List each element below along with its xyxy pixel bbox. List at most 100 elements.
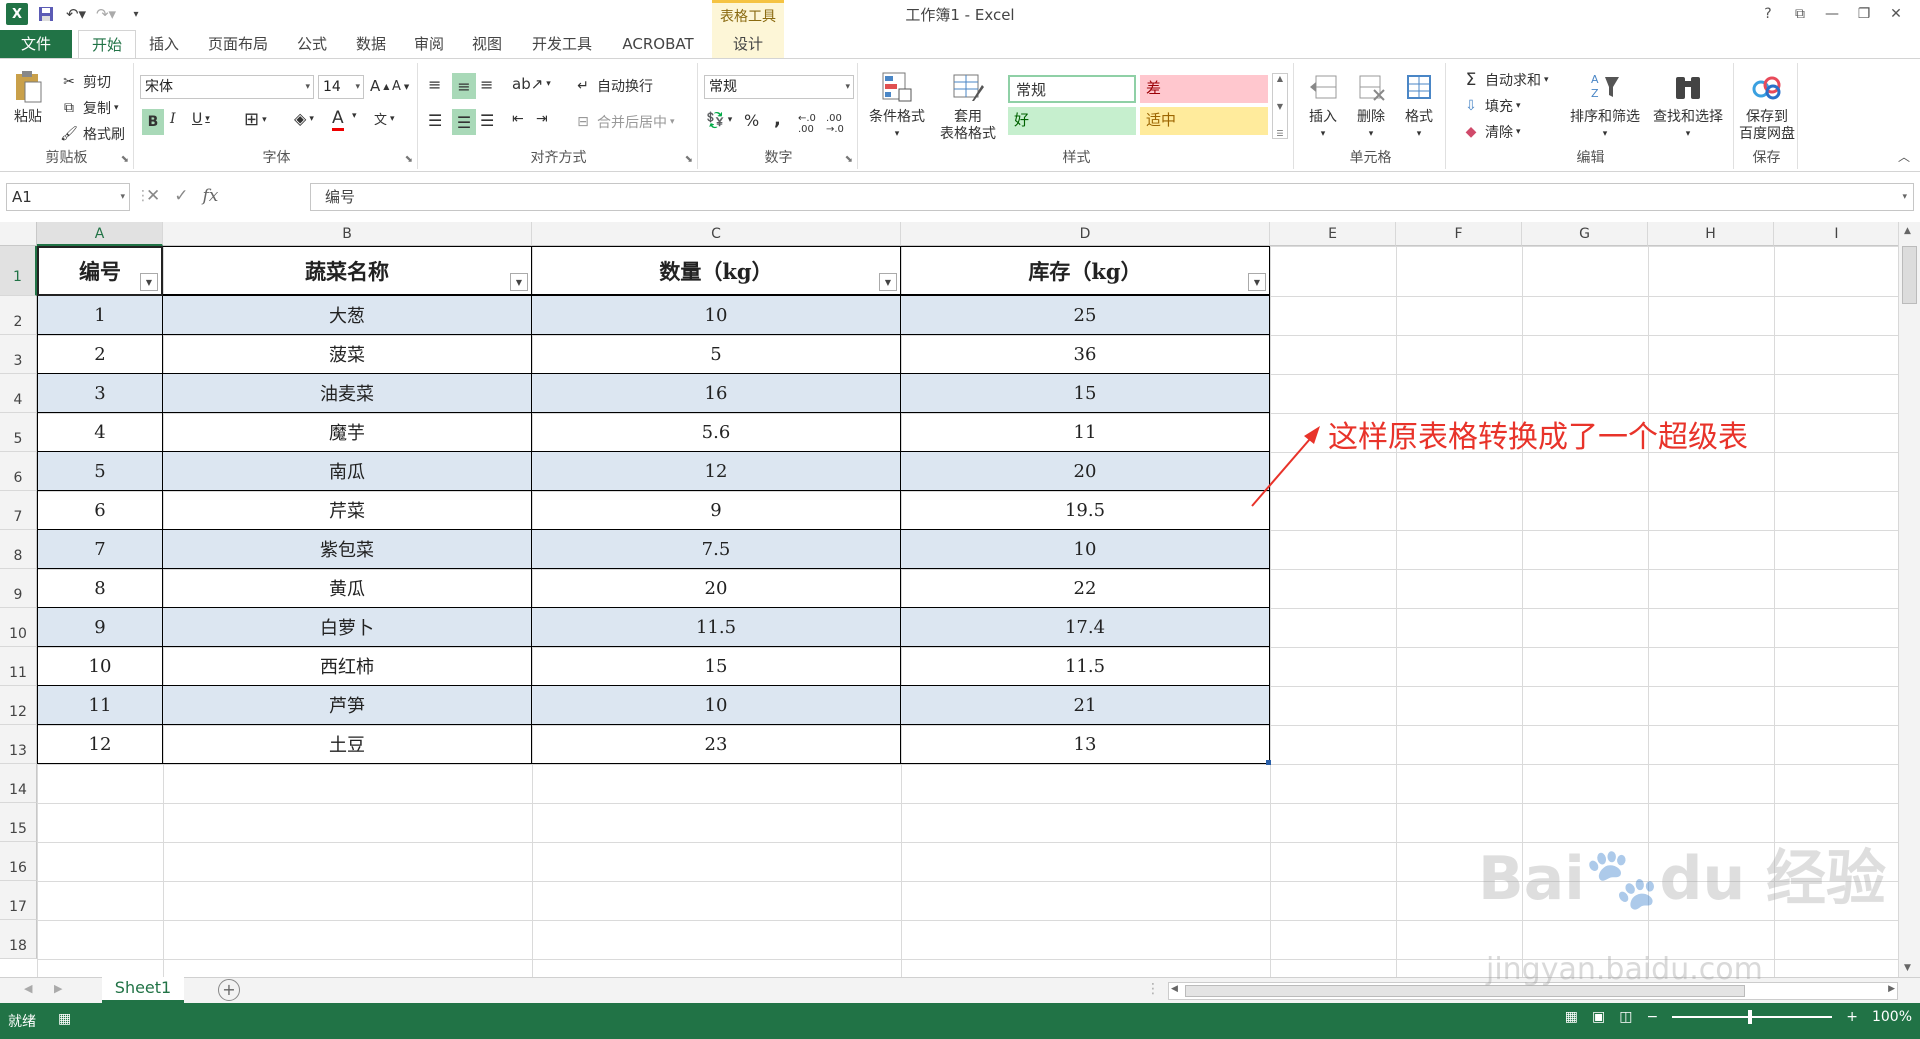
delete-cells-button[interactable]: 删除 ▾: [1348, 69, 1394, 143]
paste-button[interactable]: 粘贴: [6, 69, 50, 126]
increase-indent-icon[interactable]: ⇥: [536, 111, 548, 127]
table-cell[interactable]: 6: [37, 491, 163, 530]
conditional-format-button[interactable]: 条件格式 ▾: [866, 69, 928, 143]
shrink-font-icon[interactable]: A ▼: [392, 79, 409, 94]
decrease-indent-icon[interactable]: ⇤: [512, 111, 524, 127]
check-icon[interactable]: ✓: [174, 186, 188, 206]
style-normal[interactable]: 常规: [1008, 75, 1136, 103]
sort-filter-button[interactable]: AZ 排序和筛选 ▾: [1566, 69, 1644, 143]
table-cell[interactable]: 7.5: [532, 530, 901, 569]
chevron-right-icon[interactable]: ▶: [1888, 984, 1895, 994]
chevron-down-icon[interactable]: ▾: [352, 111, 357, 121]
table-cell[interactable]: 15: [901, 374, 1270, 413]
tab-file[interactable]: 文件: [0, 30, 72, 58]
table-cell[interactable]: 魔芋: [163, 413, 532, 452]
decrease-decimal-icon[interactable]: .00 →.0: [826, 113, 844, 135]
tab-acrobat[interactable]: ACROBAT: [614, 30, 702, 58]
next-sheet-icon[interactable]: ▶: [54, 982, 62, 995]
minimize-icon[interactable]: —: [1816, 2, 1848, 26]
align-right-icon[interactable]: ☰: [480, 111, 494, 130]
row-header-13[interactable]: 13: [0, 725, 37, 764]
table-cell[interactable]: 紫包菜: [163, 530, 532, 569]
filter-dropdown-icon[interactable]: ▼: [1248, 273, 1266, 291]
table-cell[interactable]: 11: [901, 413, 1270, 452]
table-cell[interactable]: 3: [37, 374, 163, 413]
table-cell[interactable]: 12: [37, 725, 163, 764]
table-cell[interactable]: 22: [901, 569, 1270, 608]
row-header-14[interactable]: 14: [0, 764, 37, 803]
table-header-cell[interactable]: 数量（kg） ▼: [532, 246, 901, 296]
tab-design[interactable]: 设计: [712, 30, 784, 58]
prev-sheet-icon[interactable]: ◀: [24, 982, 32, 995]
row-header-2[interactable]: 2: [0, 296, 37, 335]
format-as-table-button[interactable]: 套用 表格格式: [930, 69, 1006, 143]
table-cell[interactable]: 13: [901, 725, 1270, 764]
macro-record-icon[interactable]: ▦: [58, 1011, 71, 1027]
tab-view[interactable]: 视图: [464, 30, 510, 58]
tab-data[interactable]: 数据: [348, 30, 394, 58]
table-cell[interactable]: 1: [37, 296, 163, 335]
horizontal-scroll-thumb[interactable]: [1185, 985, 1745, 997]
row-header-3[interactable]: 3: [0, 335, 37, 374]
fill-button[interactable]: ⇩ 填充 ▾: [1460, 95, 1520, 117]
tab-page-layout[interactable]: 页面布局: [200, 30, 276, 58]
row-header-11[interactable]: 11: [0, 647, 37, 686]
table-cell[interactable]: 21: [901, 686, 1270, 725]
column-header-e[interactable]: E: [1270, 222, 1396, 246]
bold-icon[interactable]: B: [142, 109, 164, 135]
select-all-corner[interactable]: [0, 222, 37, 246]
table-cell[interactable]: 17.4: [901, 608, 1270, 647]
help-button[interactable]: ?: [1752, 2, 1784, 26]
column-header-a[interactable]: A: [37, 222, 163, 246]
filter-dropdown-icon[interactable]: ▼: [140, 273, 158, 291]
table-cell[interactable]: 10: [532, 296, 901, 335]
column-header-c[interactable]: C: [532, 222, 901, 246]
chevron-down-icon[interactable]: ▼: [1277, 102, 1283, 111]
add-sheet-button[interactable]: +: [218, 979, 240, 1001]
table-cell[interactable]: 土豆: [163, 725, 532, 764]
close-icon[interactable]: ✕: [1880, 2, 1912, 26]
italic-icon[interactable]: I: [170, 111, 176, 127]
align-top-icon[interactable]: ≡: [428, 75, 441, 94]
page-break-view-icon[interactable]: ◫: [1619, 1009, 1632, 1025]
customize-qat-icon[interactable]: ▾: [124, 3, 148, 25]
accounting-format-icon[interactable]: 💱 ▾: [706, 111, 732, 129]
vertical-scroll-thumb[interactable]: [1902, 246, 1917, 304]
table-cell[interactable]: 11.5: [901, 647, 1270, 686]
zoom-slider[interactable]: [1672, 1010, 1833, 1024]
wrap-text-button[interactable]: ↵ 自动换行: [572, 75, 653, 97]
row-header-15[interactable]: 15: [0, 803, 37, 842]
clear-button[interactable]: ◆ 清除 ▾: [1460, 121, 1521, 143]
underline-icon[interactable]: U ▾: [192, 111, 210, 127]
table-cell[interactable]: 9: [532, 491, 901, 530]
style-bad[interactable]: 差: [1140, 75, 1268, 103]
tab-home[interactable]: 开始: [78, 30, 136, 59]
undo-icon[interactable]: ↶▾: [64, 3, 88, 25]
align-center-icon[interactable]: ☰: [452, 109, 476, 135]
row-header-5[interactable]: 5: [0, 413, 37, 452]
normal-view-icon[interactable]: ▦: [1565, 1009, 1578, 1025]
dialog-launcher-icon[interactable]: ⬊: [685, 154, 693, 165]
orientation-icon[interactable]: ab↗ ▾: [512, 75, 551, 93]
format-painter-button[interactable]: 🖌 格式刷: [58, 123, 125, 145]
filter-dropdown-icon[interactable]: ▼: [879, 273, 897, 291]
save-icon[interactable]: [34, 3, 58, 25]
table-cell[interactable]: 10: [901, 530, 1270, 569]
dialog-launcher-icon[interactable]: ⬊: [845, 154, 853, 165]
table-cell[interactable]: 5: [532, 335, 901, 374]
insert-function-button[interactable]: fx: [203, 186, 219, 206]
filter-dropdown-icon[interactable]: ▼: [510, 273, 528, 291]
save-to-baidu-button[interactable]: 保存到 百度网盘: [1736, 69, 1798, 143]
phonetic-icon[interactable]: 文 ▾: [374, 109, 395, 128]
table-cell[interactable]: 16: [532, 374, 901, 413]
table-cell[interactable]: 12: [532, 452, 901, 491]
table-cell[interactable]: 菠菜: [163, 335, 532, 374]
name-box[interactable]: A1 ▾: [6, 183, 130, 211]
comma-button[interactable]: ,: [774, 109, 781, 130]
style-neutral[interactable]: 适中: [1140, 107, 1268, 135]
dialog-launcher-icon[interactable]: ⬊: [121, 154, 129, 165]
row-header-10[interactable]: 10: [0, 608, 37, 647]
font-size-select[interactable]: 14 ▾: [318, 75, 364, 99]
table-cell[interactable]: 20: [901, 452, 1270, 491]
table-cell[interactable]: 7: [37, 530, 163, 569]
